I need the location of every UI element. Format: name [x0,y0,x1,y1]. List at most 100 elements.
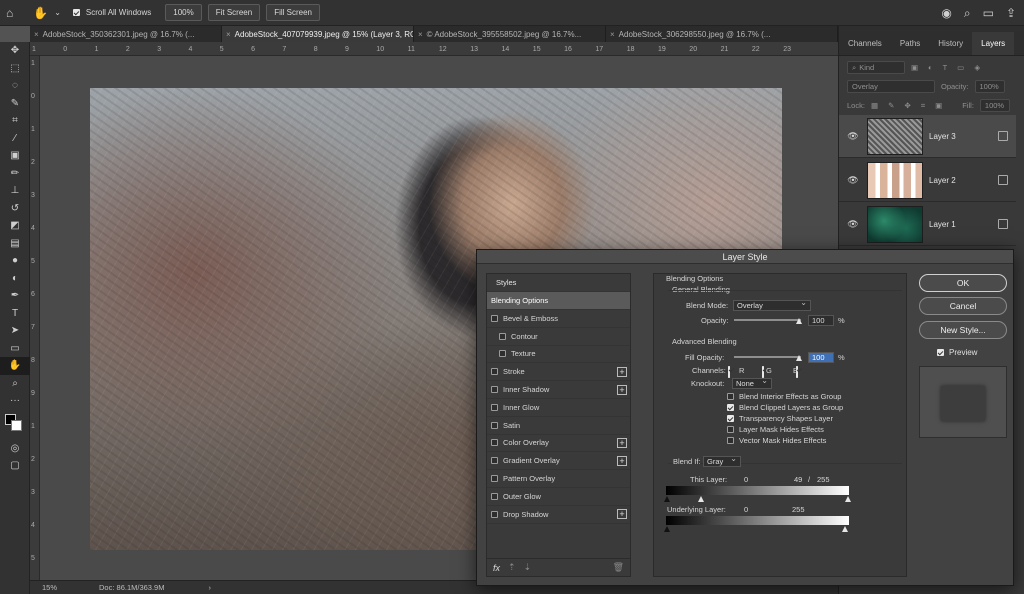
add-style-icon[interactable]: + [617,455,627,466]
hand-tool-icon[interactable]: ✋ [0,357,30,375]
style-item-pattern-overlay[interactable]: Pattern Overlay [487,470,630,488]
styles-header[interactable]: Styles [487,274,630,292]
style-item-drop-shadow[interactable]: Drop Shadow + [487,506,630,524]
tab-document-4[interactable]: × AdobeStock_306298550.jpeg @ 16.7% (... [606,26,838,42]
close-icon[interactable]: × [34,30,39,39]
style-checkbox[interactable] [499,350,506,358]
quick-select-tool-icon[interactable]: ✎ [0,95,30,113]
style-checkbox[interactable] [491,439,498,447]
blend-mode-select[interactable]: Overlay [733,298,811,311]
style-checkbox[interactable] [491,403,498,411]
blur-tool-icon[interactable]: ● [0,252,30,270]
preview-checkbox[interactable] [937,349,944,356]
underlying-white-thumb[interactable] [842,526,848,532]
option-transparency-shapes-layer[interactable]: Transparency Shapes Layer [727,414,833,423]
scroll-all-checkbox[interactable] [72,9,80,16]
preview-toggle[interactable]: Preview [937,348,977,357]
add-style-icon[interactable]: + [617,437,627,448]
user-icon[interactable]: ◉ [941,7,951,19]
underlying-black-thumb[interactable] [664,526,670,532]
close-icon[interactable]: × [418,30,423,39]
style-checkbox[interactable] [491,314,498,322]
fx-icon[interactable]: fx [493,563,500,573]
kind-filter[interactable]: ⌕ Kind [847,61,905,74]
option-layer-mask-hides-effects[interactable]: Layer Mask Hides Effects [727,425,824,434]
style-item-bevel-emboss[interactable]: Bevel & Emboss [487,310,630,328]
clone-stamp-tool-icon[interactable]: ⊥ [0,182,30,200]
chevron-down-icon[interactable]: ⌄ [54,8,61,17]
style-item-inner-shadow[interactable]: Inner Shadow + [487,381,630,399]
this-layer-gradient[interactable] [666,486,849,495]
marquee-tool-icon[interactable]: ⬚ [0,60,30,78]
shape-tool-icon[interactable]: ▭ [0,340,30,358]
lock-icons[interactable]: ▦ ✎ ✥ ⌗ ▣ [871,101,946,111]
zoom-100-button[interactable]: 100% [165,4,202,21]
style-item-outer-glow[interactable]: Outer Glow [487,488,630,506]
fill-opacity-field[interactable]: 100 [808,352,834,363]
zoom-tool-icon[interactable]: ⌕ [0,375,30,393]
lasso-tool-icon[interactable]: ◌ [0,77,30,95]
this-layer-black-thumb[interactable] [664,496,670,502]
screen-mode-icon[interactable]: ▢ [0,457,30,475]
move-up-icon[interactable]: ⇡ [508,562,516,573]
layer-name[interactable]: Layer 3 [929,132,998,141]
blend-if-select[interactable]: Gray [703,454,741,467]
style-item-texture[interactable]: Texture [487,346,630,364]
hand-tool-icon[interactable]: ✋ [33,7,48,19]
crop-tool-icon[interactable]: ⌗ [0,112,30,130]
tab-history[interactable]: History [929,39,972,55]
this-layer-white-thumb[interactable] [845,496,851,502]
style-checkbox[interactable] [491,421,498,429]
dialog-title[interactable]: Layer Style [477,250,1013,264]
add-style-icon[interactable]: + [617,384,627,395]
healing-tool-icon[interactable]: ▣ [0,147,30,165]
knockout-select[interactable]: None [732,376,772,389]
style-checkbox[interactable] [491,475,498,483]
option-checkbox[interactable] [727,437,734,444]
tab-document-3[interactable]: × © AdobeStock_395558502.jpeg @ 16.7%... [414,26,606,42]
style-checkbox[interactable] [491,368,498,376]
option-checkbox[interactable] [727,393,734,400]
quick-mask-icon[interactable]: ◎ [0,440,30,458]
style-checkbox[interactable] [491,386,498,394]
path-select-tool-icon[interactable]: ➤ [0,322,30,340]
style-item-stroke[interactable]: Stroke + [487,363,630,382]
style-item-satin[interactable]: Satin [487,417,630,435]
fill-opacity-slider-thumb[interactable] [796,355,802,361]
style-checkbox[interactable] [491,457,498,465]
ok-button[interactable]: OK [919,274,1007,292]
tab-layers[interactable]: Layers [972,32,1015,55]
home-icon[interactable]: ⌂ [6,7,13,19]
style-checkbox[interactable] [491,492,498,500]
workspace-icon[interactable]: ▭ [983,7,994,19]
filter-icons[interactable]: ▣ ◐ T ▭ ◈ [911,63,984,72]
blending-options-item[interactable]: Blending Options [487,292,630,310]
tab-paths[interactable]: Paths [891,39,929,55]
search-icon[interactable]: ⌕ [964,7,971,19]
move-down-icon[interactable]: ⇣ [524,562,532,573]
option-vector-mask-hides-effects[interactable]: Vector Mask Hides Effects [727,436,826,445]
more-tools-icon[interactable]: ··· [0,392,30,410]
channel-r-checkbox[interactable] [728,366,730,378]
eyedropper-tool-icon[interactable]: ⁄ [0,130,30,148]
layer-row-1[interactable]: 👁 Layer 1 [839,203,1016,246]
option-checkbox[interactable] [727,404,734,411]
layer-opacity-field[interactable]: 100% [974,80,1005,93]
add-style-icon[interactable]: + [617,366,627,377]
style-item-gradient-overlay[interactable]: Gradient Overlay + [487,452,630,471]
status-zoom[interactable]: 15% [42,583,57,592]
eraser-tool-icon[interactable]: ◩ [0,217,30,235]
gradient-tool-icon[interactable]: ▤ [0,235,30,253]
color-swatches-icon[interactable] [0,410,30,440]
trash-icon[interactable]: 🗑 [613,562,624,573]
type-tool-icon[interactable]: T [0,305,30,323]
style-item-inner-glow[interactable]: Inner Glow [487,399,630,417]
status-arrow[interactable]: › [208,583,211,592]
tab-document-2[interactable]: × AdobeStock_407079939.jpeg @ 15% (Layer … [222,26,414,42]
eye-icon[interactable]: 👁 [839,131,867,142]
tab-channels[interactable]: Channels [839,39,891,55]
fit-screen-button[interactable]: Fit Screen [207,4,261,21]
new-style-button[interactable]: New Style... [919,321,1007,339]
share-icon[interactable]: ⇪ [1006,7,1016,19]
style-checkbox[interactable] [499,332,506,340]
